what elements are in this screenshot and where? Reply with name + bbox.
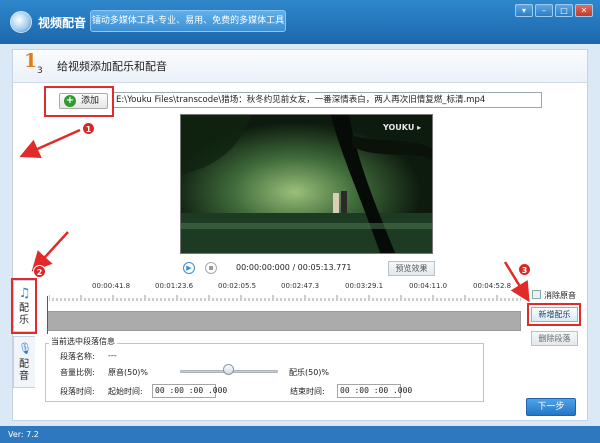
end-time-label: 结束时间:	[290, 387, 325, 396]
music-track[interactable]	[47, 311, 521, 331]
segment-info-title: 当前选中段落信息	[49, 336, 117, 347]
status-bar-version: Ver: 7.2	[0, 426, 600, 443]
music-volume-label: 配乐(50)%	[289, 368, 330, 377]
preview-button[interactable]: 预览效果	[388, 261, 435, 276]
maximize-button[interactable]: □	[555, 4, 573, 17]
ruler-label: 00:02:47.3	[281, 282, 320, 290]
segment-name-value: ---	[108, 351, 117, 360]
time-readout: 00:00:00:000 / 00:05:13.771	[236, 263, 352, 272]
annotation-badge: 1	[82, 122, 95, 135]
next-step-button[interactable]: 下一步	[526, 398, 576, 416]
original-volume-label: 原音(50)%	[108, 368, 149, 377]
app-logo-icon	[10, 11, 32, 33]
ruler-label: 00:04:11.0	[409, 282, 448, 290]
ruler-label: 00:02:05.5	[218, 282, 257, 290]
segment-name-label: 段落名称:	[60, 352, 95, 361]
slogan-banner[interactable]: 镭动多媒体工具-专业、易用、免费的多媒体工具	[90, 10, 286, 32]
file-path-field[interactable]: E:\Youku Files\transcode\猎场：秋冬约见前女友，一番深情…	[112, 92, 542, 108]
start-time-field[interactable]: 00 :00 :00 .000	[152, 384, 227, 398]
ruler-ticks	[49, 295, 521, 301]
tab-dubbing-label: 配音	[19, 359, 29, 382]
ruler-label: 00:04:52.8	[473, 282, 512, 290]
annotation-badge: 2	[33, 265, 46, 278]
start-time-label: 起始时间:	[108, 387, 143, 396]
segment-time-label: 段落时间:	[60, 387, 95, 396]
end-time-field[interactable]: 00 :00 :00 .000	[337, 384, 412, 398]
mute-original-checkbox[interactable]	[532, 290, 541, 299]
timeline-ruler[interactable]: 00:00:41.8 00:01:23.6 00:02:05.5 00:02:4…	[49, 282, 581, 296]
video-preview[interactable]	[180, 114, 433, 254]
step-total: 3	[37, 66, 43, 76]
volume-label: 音量比例:	[60, 368, 95, 377]
microphone-icon: 🎙	[18, 342, 32, 355]
playhead[interactable]	[47, 296, 48, 334]
delete-segment-button[interactable]: 删除段落	[531, 331, 578, 346]
minimize-button[interactable]: –	[535, 4, 553, 17]
volume-slider-thumb[interactable]	[223, 364, 234, 375]
stop-icon[interactable]	[205, 262, 217, 274]
step-number: 1	[24, 50, 38, 72]
close-button[interactable]: ✕	[575, 4, 593, 17]
annotation-box-add	[44, 86, 114, 117]
tab-dubbing[interactable]: 🎙 配音	[13, 336, 35, 388]
step-title: 给视频添加配乐和配音	[57, 60, 167, 73]
annotation-box-music-tab	[11, 278, 37, 334]
youku-watermark: YOUKU ▸	[383, 123, 422, 132]
play-icon[interactable]: ▶	[183, 262, 195, 274]
window-title: 视频配音	[38, 16, 87, 30]
annotation-badge: 3	[518, 263, 531, 276]
ruler-label: 00:03:29.1	[345, 282, 384, 290]
video-frame-image	[181, 115, 432, 253]
menu-dropdown-button[interactable]: ▾	[515, 4, 533, 17]
annotation-box-new-music	[527, 303, 581, 326]
mute-original-label: 消除原音	[544, 291, 576, 300]
ruler-label: 00:01:23.6	[155, 282, 194, 290]
ruler-label: 00:00:41.8	[92, 282, 131, 290]
